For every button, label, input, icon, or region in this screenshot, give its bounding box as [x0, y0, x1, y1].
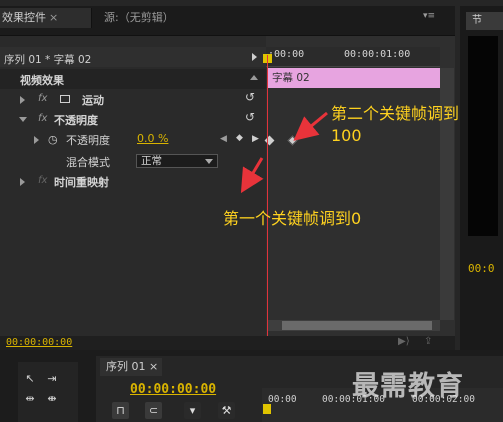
reset-icon[interactable]: ↺: [245, 90, 255, 104]
sequence-clip-label: 序列 01 * 字幕 02: [4, 54, 92, 66]
param-row-opacity: ◷ 不透明度 0.0 % ◀ ◆ ▶: [0, 130, 266, 150]
link-icon[interactable]: ⊂: [145, 402, 162, 419]
sequence-playhead[interactable]: [263, 404, 271, 414]
program-preview: [468, 36, 498, 236]
scrollbar-thumb[interactable]: [282, 321, 432, 330]
video-effects-heading: 视频效果: [20, 74, 64, 87]
collapse-arrow-icon[interactable]: [19, 117, 27, 122]
opacity-value[interactable]: 0.0 %: [137, 132, 168, 145]
reset-icon[interactable]: ↺: [245, 110, 255, 124]
wrench-icon[interactable]: ⚒: [218, 402, 235, 419]
effect-label-time-remap: 时间重映射: [54, 176, 109, 189]
stopwatch-icon[interactable]: ◷: [48, 133, 58, 146]
chevron-down-icon: [205, 159, 213, 164]
fx-icon[interactable]: fx: [38, 93, 47, 104]
playhead-line[interactable]: [267, 55, 268, 336]
expand-arrow-icon[interactable]: [20, 96, 25, 104]
effect-label-motion: 运动: [82, 94, 104, 107]
panel-menu-icon[interactable]: ▾≡: [423, 11, 445, 25]
add-keyframe-icon[interactable]: ◆: [236, 133, 243, 143]
ruler-mark-label: 00:00:01:00: [344, 49, 411, 60]
prev-keyframe-icon[interactable]: ◀: [220, 134, 227, 144]
snap-icon[interactable]: ⊓: [112, 402, 129, 419]
blend-mode-value: 正常: [141, 155, 162, 167]
sequence-timecode[interactable]: 00:00:00:00: [130, 382, 216, 397]
motion-icon: [60, 95, 70, 103]
annotation-first-keyframe: 第一个关键帧调到0: [223, 209, 362, 228]
watermark-text: 最需教育: [352, 371, 464, 402]
marker-icon[interactable]: ▾: [184, 402, 201, 419]
param-row-blend-mode: 混合模式 正常: [0, 151, 266, 171]
effect-row-opacity[interactable]: fx 不透明度 ↺: [0, 110, 266, 130]
clip-bar[interactable]: 字幕 02: [267, 68, 440, 88]
annotation-second-keyframe: 第二个关键帧调到: [331, 104, 460, 123]
export-icon[interactable]: ⇪: [424, 336, 432, 347]
param-label-opacity: 不透明度: [66, 134, 110, 147]
next-keyframe-icon[interactable]: ▶: [252, 134, 259, 144]
program-timecode: 00:0: [468, 262, 495, 275]
ripple-edit-icon[interactable]: ⇹: [22, 392, 38, 406]
effect-row-time-remap[interactable]: fx 时间重映射: [0, 172, 266, 192]
premiere-window: 效果控件 × 源:（无剪辑） ▾≡ 节 00:0 序列 01 * 字幕 02 视频…: [0, 0, 503, 422]
selection-tool-icon[interactable]: ↖: [22, 372, 38, 386]
playback-icon[interactable]: ▶⟩: [398, 336, 410, 347]
footer-timecode[interactable]: 00:00:00:00: [6, 337, 72, 348]
sequence-tick: 00:00: [268, 394, 297, 405]
tab-source[interactable]: 源:（无剪辑）: [104, 8, 174, 28]
annotation-second-value: 100: [331, 126, 362, 145]
effect-label-opacity: 不透明度: [54, 114, 98, 127]
param-label-blend-mode: 混合模式: [66, 156, 110, 169]
expand-arrow-icon[interactable]: [20, 178, 25, 186]
close-icon[interactable]: ×: [49, 11, 58, 24]
tab-sequence-01[interactable]: 序列 01 ×: [100, 358, 162, 376]
fx-icon[interactable]: fx: [38, 113, 47, 124]
play-only-icon[interactable]: [252, 53, 257, 61]
tab-program[interactable]: 节: [466, 12, 503, 30]
expand-arrow-icon[interactable]: [34, 136, 39, 144]
fx-icon: fx: [38, 175, 48, 186]
rolling-edit-icon[interactable]: ⇼: [44, 392, 60, 406]
tab-effect-controls[interactable]: 效果控件 ×: [0, 8, 92, 28]
track-select-icon[interactable]: ⇥: [44, 372, 60, 386]
effect-row-motion[interactable]: fx 运动 ↺: [0, 90, 266, 110]
collapse-icon[interactable]: [250, 75, 258, 80]
blend-mode-select[interactable]: 正常: [136, 154, 218, 168]
ruler-start-label: ;00:00: [268, 49, 305, 60]
tab-effect-controls-label: 效果控件: [2, 11, 46, 24]
video-effects-row: 视频效果: [0, 69, 266, 89]
